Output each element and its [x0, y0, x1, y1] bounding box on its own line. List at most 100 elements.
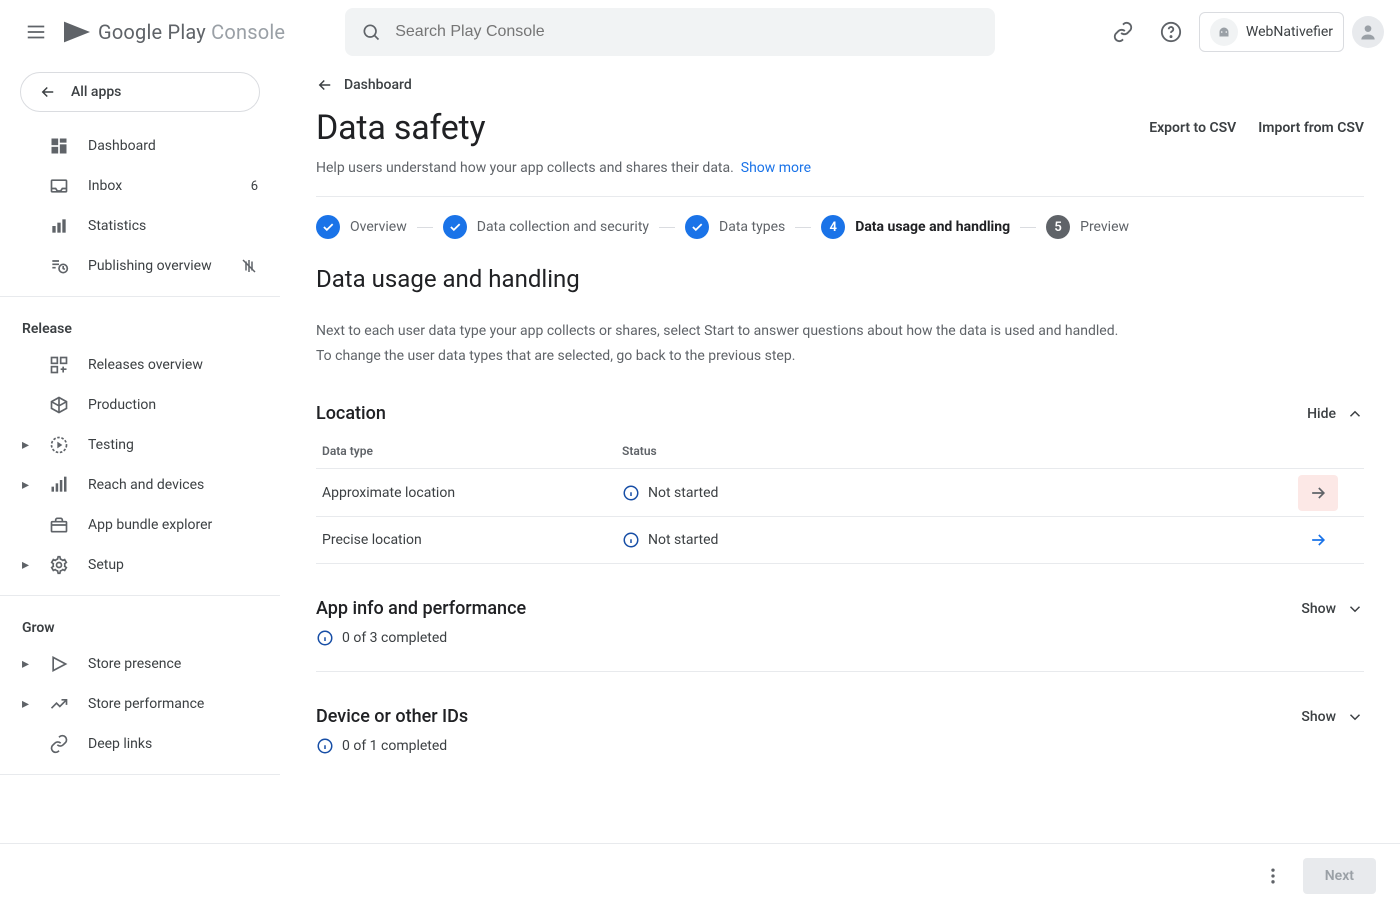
sidebar-item-releases-overview[interactable]: Releases overview [12, 345, 268, 385]
testing-icon [48, 434, 70, 456]
app-bundle-explorer-icon [48, 514, 70, 536]
sidebar-item-label: Store performance [88, 696, 204, 712]
main-content: Dashboard Data safety Export to CSV Impo… [280, 64, 1400, 843]
sidebar-group-release: Release [12, 307, 268, 345]
sidebar-item-app-bundle-explorer[interactable]: App bundle explorer [12, 505, 268, 545]
category-toggle-label: Show [1301, 709, 1336, 725]
step-check-icon [443, 215, 467, 239]
developer-name: WebNativefier [1246, 24, 1333, 40]
row-data-type: Precise location [322, 532, 622, 548]
row-start-button[interactable] [1298, 522, 1338, 558]
category-location: Location Hide Data type Status Approxima… [316, 403, 1364, 564]
row-data-type: Approximate location [322, 485, 622, 501]
info-icon [316, 629, 334, 647]
hamburger-menu-button[interactable] [16, 12, 56, 52]
step-check-icon [685, 215, 709, 239]
table-row: Precise location Not started [316, 516, 1364, 564]
sidebar-item-label: Setup [88, 557, 124, 573]
product-logo[interactable]: Google Play Console [64, 19, 285, 45]
category-app-info-performance: App info and performance Show 0 of 3 com… [316, 598, 1364, 672]
category-toggle-label: Hide [1307, 406, 1336, 422]
category-sub-status: 0 of 1 completed [342, 738, 447, 754]
sidebar-item-inbox[interactable]: Inbox 6 [12, 166, 268, 206]
sidebar-item-label: Production [88, 397, 156, 413]
step-data-collection[interactable]: Data collection and security [443, 215, 649, 239]
page-title: Data safety [316, 108, 485, 148]
sidebar-item-dashboard[interactable]: Dashboard [12, 126, 268, 166]
step-label: Overview [350, 219, 407, 235]
sidebar-item-label: Testing [88, 437, 134, 453]
expand-icon: ▸ [22, 557, 30, 573]
next-button[interactable]: Next [1303, 858, 1376, 894]
link-icon-button[interactable] [1103, 12, 1143, 52]
breadcrumb-back[interactable]: Dashboard [316, 76, 412, 94]
step-data-types[interactable]: Data types [685, 215, 785, 239]
step-label: Data types [719, 219, 785, 235]
import-csv-button[interactable]: Import from CSV [1258, 120, 1364, 136]
expand-icon: ▸ [22, 477, 30, 493]
developer-account-chip[interactable]: WebNativefier [1199, 12, 1344, 52]
step-preview[interactable]: 5 Preview [1046, 215, 1129, 239]
search-input[interactable] [393, 22, 979, 42]
more-vert-icon [1263, 866, 1283, 886]
step-data-usage[interactable]: 4 Data usage and handling [821, 215, 1010, 239]
sidebar-item-production[interactable]: Production [12, 385, 268, 425]
android-icon [1210, 18, 1238, 46]
table-header-type: Data type [322, 444, 622, 458]
sidebar-item-label: Reach and devices [88, 477, 204, 493]
chevron-up-icon [1346, 405, 1364, 423]
publishing-disabled-icon [240, 257, 258, 275]
user-avatar[interactable] [1352, 16, 1384, 48]
category-toggle-show[interactable]: Show [1301, 600, 1364, 618]
category-toggle-label: Show [1301, 601, 1336, 617]
category-toggle-hide[interactable]: Hide [1307, 405, 1364, 423]
play-triangle-icon [64, 19, 90, 45]
sidebar-item-setup[interactable]: ▸ Setup [12, 545, 268, 585]
sidebar-item-store-presence[interactable]: ▸ Store presence [12, 644, 268, 684]
publishing-overview-icon [48, 255, 70, 277]
category-toggle-show[interactable]: Show [1301, 708, 1364, 726]
inbox-icon [48, 175, 70, 197]
all-apps-button[interactable]: All apps [20, 72, 260, 112]
statistics-icon [48, 215, 70, 237]
store-presence-icon [48, 653, 70, 675]
row-start-button[interactable] [1298, 475, 1338, 511]
sidebar-item-statistics[interactable]: Statistics [12, 206, 268, 246]
store-performance-icon [48, 693, 70, 715]
info-icon [622, 484, 640, 502]
app-header: Google Play Console WebNativefier [0, 0, 1400, 64]
arrow-right-icon [1308, 530, 1328, 550]
help-icon-button[interactable] [1151, 12, 1191, 52]
step-label: Preview [1080, 219, 1129, 235]
footer-bar: Next [0, 843, 1400, 907]
data-type-table: Data type Status Approximate location No… [316, 444, 1364, 564]
table-row: Approximate location Not started [316, 468, 1364, 516]
step-overview[interactable]: Overview [316, 215, 407, 239]
sidebar: All apps Dashboard Inbox 6 Statistics Pu… [0, 64, 280, 843]
stepper: Overview Data collection and security Da… [316, 215, 1364, 239]
logo-text-part1: Google Play [98, 20, 206, 44]
sidebar-item-publishing-overview[interactable]: Publishing overview [12, 246, 268, 286]
row-status: Not started [648, 485, 718, 501]
footer-overflow-menu[interactable] [1255, 858, 1291, 894]
all-apps-label: All apps [71, 84, 121, 100]
step-number-icon: 4 [821, 215, 845, 239]
sidebar-divider [0, 774, 280, 775]
sidebar-item-label: Releases overview [88, 357, 203, 373]
reach-devices-icon [48, 474, 70, 496]
row-status: Not started [648, 532, 718, 548]
category-sub-status: 0 of 3 completed [342, 630, 447, 646]
sidebar-item-deep-links[interactable]: Deep links [12, 724, 268, 764]
show-more-link[interactable]: Show more [741, 160, 811, 176]
inbox-count-badge: 6 [251, 179, 258, 194]
sidebar-item-store-performance[interactable]: ▸ Store performance [12, 684, 268, 724]
export-csv-button[interactable]: Export to CSV [1149, 120, 1236, 136]
page-actions: Export to CSV Import from CSV [1149, 120, 1364, 136]
sidebar-item-testing[interactable]: ▸ Testing [12, 425, 268, 465]
arrow-left-icon [316, 76, 334, 94]
search-box[interactable] [345, 8, 995, 56]
page-description: Help users understand how your app colle… [316, 160, 1364, 176]
sidebar-item-reach-and-devices[interactable]: ▸ Reach and devices [12, 465, 268, 505]
chevron-down-icon [1346, 708, 1364, 726]
sidebar-item-label: Deep links [88, 736, 152, 752]
